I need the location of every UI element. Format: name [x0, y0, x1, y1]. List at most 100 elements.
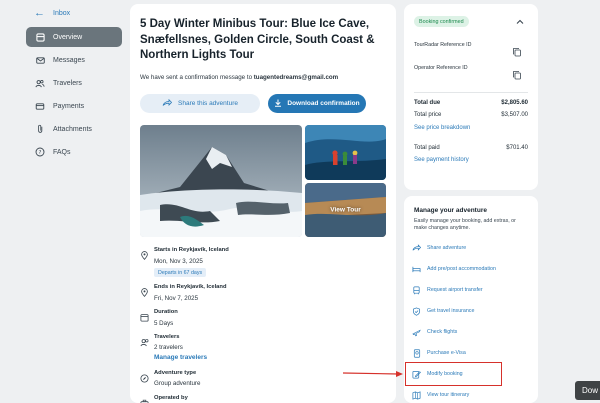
- total-due-value: $2,805.60: [501, 100, 528, 106]
- adventure-type-value: Group adventure: [154, 380, 201, 387]
- share-adventure-button[interactable]: Share this adventure: [140, 94, 260, 113]
- total-paid-value: $701.40: [506, 145, 528, 151]
- start-location-label: Starts in Reykjavík, Iceland: [154, 247, 229, 253]
- view-itinerary-action[interactable]: View tour itinerary: [412, 389, 469, 401]
- travelers-count: 2 travelers: [154, 344, 183, 351]
- travel-insurance-action[interactable]: Get travel insurance: [412, 305, 474, 317]
- bus-icon: [412, 286, 421, 295]
- end-location-detail: Ends in Reykjavík, Iceland Fri, Nov 7, 2…: [140, 284, 380, 304]
- tourradar-reference-label: TourRadar Reference ID: [414, 42, 472, 48]
- action-label: Request airport transfer: [427, 287, 483, 293]
- back-to-inbox-link[interactable]: ← Inbox: [26, 4, 122, 22]
- action-label: Purchase e-Visa: [427, 350, 466, 356]
- shield-icon: [412, 307, 421, 316]
- divider: [414, 92, 528, 93]
- mail-icon: [35, 55, 45, 65]
- tour-photo-ice-cave[interactable]: [305, 125, 386, 180]
- sidebar-item-messages[interactable]: Messages: [26, 50, 122, 70]
- people-icon: [140, 334, 149, 347]
- sidebar-item-label: FAQs: [53, 148, 71, 156]
- briefcase-icon: [140, 395, 149, 403]
- check-flights-action[interactable]: Check flights: [412, 326, 457, 338]
- total-price-row: Total price $3,507.00: [414, 112, 528, 118]
- total-due-row: Total due $2,805.60: [414, 100, 528, 106]
- sidebar-item-label: Attachments: [53, 125, 92, 133]
- departure-countdown-badge: Departs in 67 days: [154, 268, 207, 277]
- question-icon: ?: [35, 147, 45, 157]
- copy-icon[interactable]: [512, 67, 522, 80]
- arrow-left-icon: ←: [34, 6, 45, 19]
- annotation-highlight-box: [405, 362, 502, 386]
- confirmation-message: We have sent a confirmation message to t…: [140, 74, 338, 81]
- duration-label: Duration: [154, 309, 178, 315]
- view-tour-label: View Tour: [330, 206, 361, 214]
- chevron-up-icon[interactable]: [514, 15, 526, 27]
- manage-adventure-description: Easily manage your booking, add extras, …: [414, 218, 516, 232]
- bed-icon: [412, 265, 421, 274]
- map-icon: [412, 390, 421, 400]
- add-accommodation-action[interactable]: Add pre/post accommodation: [412, 263, 496, 275]
- duration-value: 5 Days: [154, 320, 174, 327]
- sidebar-item-label: Overview: [53, 33, 83, 41]
- total-due-label: Total due: [414, 100, 441, 106]
- end-location-label: Ends in Reykjavík, Iceland: [154, 284, 227, 290]
- tour-title: 5 Day Winter Minibus Tour: Blue Ice Cave…: [140, 18, 375, 61]
- share-adventure-action[interactable]: Share adventure: [412, 242, 466, 254]
- sidebar: ← Inbox Overview Messages Travelers Paym…: [26, 4, 122, 162]
- back-label: Inbox: [53, 9, 71, 17]
- total-price-value: $3,507.00: [501, 112, 528, 118]
- location-pin-icon: [140, 247, 149, 260]
- download-confirmation-button[interactable]: Download confirmation: [268, 94, 366, 113]
- total-paid-row: Total paid $701.40: [414, 145, 528, 151]
- sidebar-item-label: Travelers: [53, 79, 82, 87]
- confirmation-prefix: We have sent a confirmation message to: [140, 74, 254, 81]
- sidebar-item-faqs[interactable]: ? FAQs: [26, 142, 122, 162]
- purchase-evisa-action[interactable]: Purchase e-Visa: [412, 347, 466, 359]
- sidebar-item-travelers[interactable]: Travelers: [26, 73, 122, 93]
- download-button-label: Download confirmation: [287, 100, 360, 107]
- sidebar-item-label: Payments: [53, 102, 85, 110]
- action-label: Get travel insurance: [427, 308, 475, 314]
- download-tooltip-tag[interactable]: Dow: [575, 381, 600, 400]
- svg-text:?: ?: [39, 150, 42, 156]
- passport-icon: [412, 348, 421, 358]
- plane-icon: [412, 328, 421, 337]
- sidebar-item-attachments[interactable]: Attachments: [26, 119, 122, 139]
- airport-transfer-action[interactable]: Request airport transfer: [412, 284, 483, 296]
- sidebar-item-payments[interactable]: Payments: [26, 96, 122, 116]
- card-icon: [35, 101, 45, 111]
- action-label: Check flights: [427, 329, 458, 335]
- download-icon: [274, 99, 282, 109]
- booking-summary-card: Booking confirmed TourRadar Reference ID…: [404, 4, 538, 190]
- duration-detail: Duration 5 Days: [140, 309, 380, 329]
- booking-status-badge: Booking confirmed: [414, 16, 469, 27]
- tour-photo-mountain[interactable]: [140, 125, 302, 237]
- start-date: Mon, Nov 3, 2025: [154, 258, 203, 265]
- end-date: Fri, Nov 7, 2025: [154, 295, 199, 302]
- action-label: Share adventure: [427, 245, 467, 251]
- tour-photo-view-tour[interactable]: View Tour: [305, 183, 386, 237]
- adventure-type-label: Adventure type: [154, 370, 197, 376]
- share-icon: [412, 244, 421, 253]
- annotation-arrow: [343, 371, 403, 377]
- operator-label: Operated by: [154, 395, 188, 401]
- operator-reference-label: Operator Reference ID: [414, 65, 468, 71]
- overview-icon: [35, 32, 45, 42]
- price-breakdown-link[interactable]: See price breakdown: [414, 125, 470, 131]
- tour-details-card: 5 Day Winter Minibus Tour: Blue Ice Cave…: [130, 4, 396, 403]
- action-label: Add pre/post accommodation: [427, 266, 496, 272]
- copy-icon[interactable]: [512, 44, 522, 57]
- confirmation-email: tuagentedreams@gmail.com: [253, 74, 339, 81]
- operator-detail: Operated by: [140, 395, 380, 403]
- manage-travelers-link[interactable]: Manage travelers: [154, 354, 207, 361]
- people-icon: [35, 78, 45, 88]
- travelers-label: Travelers: [154, 334, 180, 340]
- payment-history-link[interactable]: See payment history: [414, 157, 469, 163]
- manage-adventure-title: Manage your adventure: [414, 207, 487, 214]
- calendar-icon: [140, 309, 149, 322]
- total-price-label: Total price: [414, 112, 442, 118]
- sidebar-item-overview[interactable]: Overview: [26, 27, 122, 47]
- start-location-detail: Starts in Reykjavík, Iceland Mon, Nov 3,…: [140, 247, 380, 277]
- share-button-label: Share this adventure: [178, 100, 238, 107]
- compass-icon: [140, 370, 149, 383]
